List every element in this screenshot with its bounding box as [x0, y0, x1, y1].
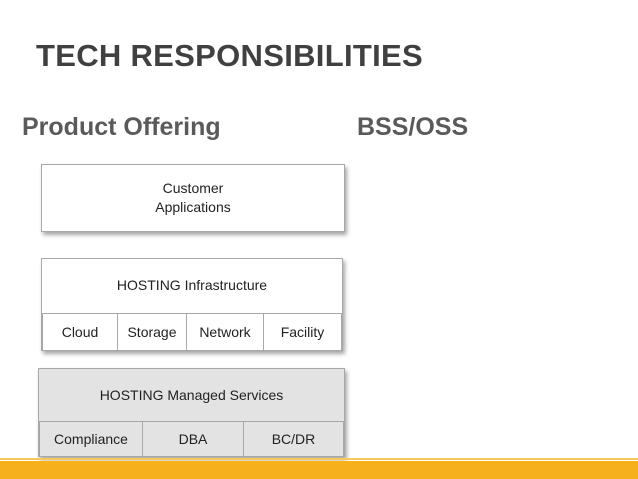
- footer-accent-bar: [0, 461, 638, 479]
- bss-oss-heading: BSS/OSS: [357, 113, 469, 141]
- hosting-infrastructure-panel: HOSTING Infrastructure Cloud Storage Net…: [41, 258, 343, 351]
- customer-applications-box: Customer Applications: [41, 164, 345, 232]
- cloud-cell: Cloud: [42, 313, 118, 351]
- footer-accent-line: [0, 458, 638, 460]
- applications-label: Applications: [155, 199, 231, 215]
- hosting-infrastructure-label: HOSTING Infrastructure: [116, 277, 268, 293]
- dba-cell: DBA: [142, 421, 244, 457]
- hosting-managed-services-label: HOSTING Managed Services: [99, 387, 284, 403]
- storage-cell: Storage: [117, 313, 187, 351]
- facility-cell: Facility: [263, 313, 342, 351]
- slide-title: TECH RESPONSIBILITIES: [36, 38, 423, 73]
- hosting-managed-services-panel: HOSTING Managed Services Compliance DBA …: [38, 368, 345, 457]
- product-offering-heading: Product Offering: [22, 113, 221, 141]
- compliance-cell: Compliance: [39, 421, 143, 457]
- network-cell: Network: [186, 313, 264, 351]
- customer-label: Customer: [162, 180, 224, 196]
- bc-dr-cell: BC/DR: [243, 421, 344, 457]
